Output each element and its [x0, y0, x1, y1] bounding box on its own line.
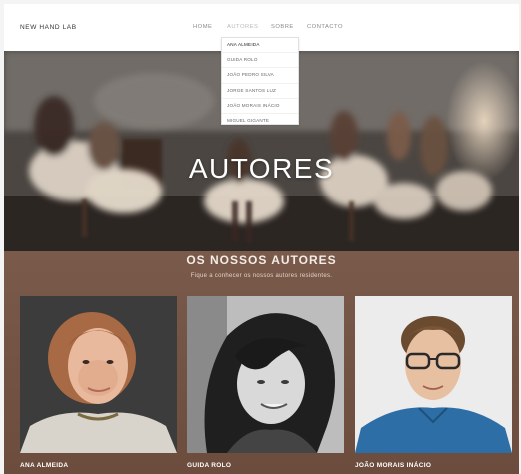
portrait-image: [355, 296, 512, 453]
author-name[interactable]: ANA ALMEIDA: [20, 462, 68, 469]
author-photo-joao-morais-inacio[interactable]: [355, 296, 512, 453]
site-logo[interactable]: NEW HAND LAB: [20, 24, 77, 31]
hero-title: AUTORES: [188, 153, 335, 184]
nav-contacto[interactable]: CONTACTO: [307, 24, 343, 30]
dropdown-item-joao-pedro-silva[interactable]: JOÃO PEDRO SILVA: [222, 68, 298, 84]
section-subtitle: Fique a conhecer os nossos autores resid…: [190, 273, 333, 279]
author-photo-guida-rolo[interactable]: [187, 296, 344, 453]
autores-dropdown-menu: ANA ALMEIDA GUIDA ROLO JOÃO PEDRO SILVA …: [221, 37, 299, 125]
dropdown-item-guida-rolo[interactable]: GUIDA ROLO: [222, 53, 298, 69]
portrait-image: [20, 296, 177, 453]
section-title: OS NOSSOS AUTORES: [186, 253, 337, 267]
dropdown-item-joao-morais-inacio[interactable]: JOÃO MORAIS INÁCIO: [222, 99, 298, 114]
author-photo-ana-almeida[interactable]: [20, 296, 177, 453]
nav-autores[interactable]: AUTORES: [227, 24, 258, 30]
portrait-image: [187, 296, 344, 453]
nav-home[interactable]: HOME: [193, 24, 212, 30]
nav-sobre[interactable]: SOBRE: [271, 24, 294, 30]
page: NEW HAND LAB HOME AUTORES SOBRE CONTACTO…: [4, 4, 519, 474]
dropdown-item-ana-almeida[interactable]: ANA ALMEIDA: [222, 38, 298, 54]
author-card-joao-morais-inacio[interactable]: JOÃO MORAIS INÁCIO: [355, 296, 512, 469]
author-card-ana-almeida[interactable]: ANA ALMEIDA: [20, 296, 177, 469]
author-name[interactable]: JOÃO MORAIS INÁCIO: [355, 462, 431, 469]
dropdown-item-miguel-gigante[interactable]: MIGUEL GIGANTE: [222, 114, 298, 128]
author-card-guida-rolo[interactable]: GUIDA ROLO: [187, 296, 344, 469]
author-name[interactable]: GUIDA ROLO: [187, 462, 231, 469]
authors-section: OS NOSSOS AUTORES Fique a conhecer os no…: [4, 251, 519, 474]
dropdown-item-jorge-santos-luz[interactable]: JORGE SANTOS LUZ: [222, 84, 298, 99]
